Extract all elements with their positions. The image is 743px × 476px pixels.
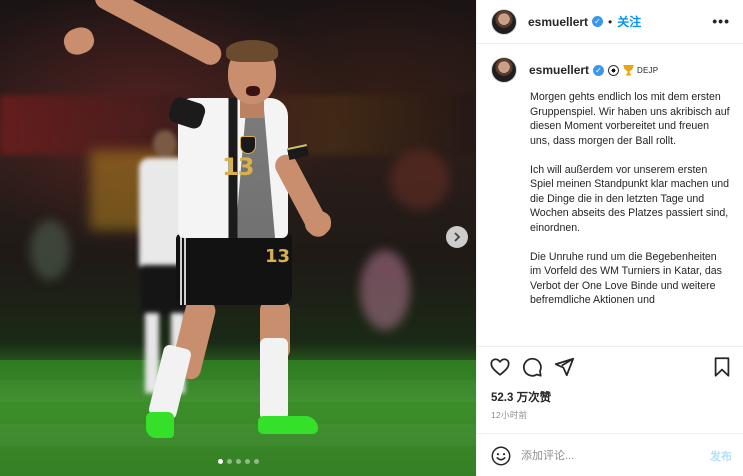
jersey-number: 13 [222, 153, 254, 181]
post-image[interactable]: 13 13 [0, 0, 476, 476]
caption-section: esmuellert ✓ DEJP Morgen gehts endlich l… [477, 45, 743, 345]
verified-badge-icon: ✓ [592, 16, 604, 27]
bookmark-icon[interactable] [711, 356, 733, 378]
soccer-ball-icon [608, 64, 620, 76]
action-bar [477, 346, 743, 386]
paper-plane-icon[interactable] [553, 356, 575, 378]
crest-badge [240, 136, 256, 154]
comment-icon[interactable] [521, 356, 543, 378]
comment-bar: 发布 [477, 433, 743, 476]
avatar[interactable] [491, 57, 517, 83]
ellipsis-icon[interactable]: ••• [712, 13, 730, 29]
like-count[interactable]: 52.3 万次赞 [491, 389, 551, 405]
post-sidebar: esmuellert ✓ • 关注 ••• esmuellert ✓ DEJP … [476, 0, 743, 476]
carousel-dot [235, 459, 241, 464]
carousel-dot [226, 459, 232, 464]
verified-badge-icon: ✓ [593, 64, 605, 76]
caption-author-row: esmuellert ✓ DEJP [491, 57, 658, 83]
caption-text: Morgen gehts endlich los mit dem ersten … [530, 90, 730, 322]
caption-paragraph: Ich will außerdem vor unserem ersten Spi… [530, 163, 730, 234]
carousel-dot [244, 459, 250, 464]
caption-paragraph: Morgen gehts endlich los mit dem ersten … [530, 91, 730, 147]
carousel-indicator [0, 459, 476, 464]
header-username[interactable]: esmuellert [528, 15, 588, 29]
comment-input[interactable] [521, 446, 691, 466]
caption-paragraph: Die Unruhe rund um die Begebenheiten im … [530, 250, 722, 307]
separator-dot: • [608, 14, 613, 29]
crowd-figure [390, 150, 450, 210]
captain-armband [286, 144, 310, 160]
heart-icon[interactable] [489, 356, 511, 378]
shorts-number: 13 [265, 246, 291, 267]
crowd-figure [360, 250, 410, 330]
post-header: esmuellert ✓ • 关注 ••• [477, 0, 743, 44]
post-comment-button[interactable]: 发布 [710, 448, 732, 464]
post-timestamp[interactable]: 12小时前 [491, 409, 527, 421]
caption-username[interactable]: esmuellert [529, 63, 589, 77]
carousel-dot [253, 459, 259, 464]
avatar[interactable] [491, 8, 517, 35]
smiley-icon[interactable] [490, 445, 512, 467]
follow-button[interactable]: 关注 [617, 13, 641, 30]
caption-tag: DEJP [637, 65, 659, 75]
carousel-dot [217, 459, 223, 464]
chevron-right-icon[interactable] [446, 226, 468, 248]
main-player: 13 13 [60, 0, 360, 448]
trophy-icon [623, 64, 635, 76]
